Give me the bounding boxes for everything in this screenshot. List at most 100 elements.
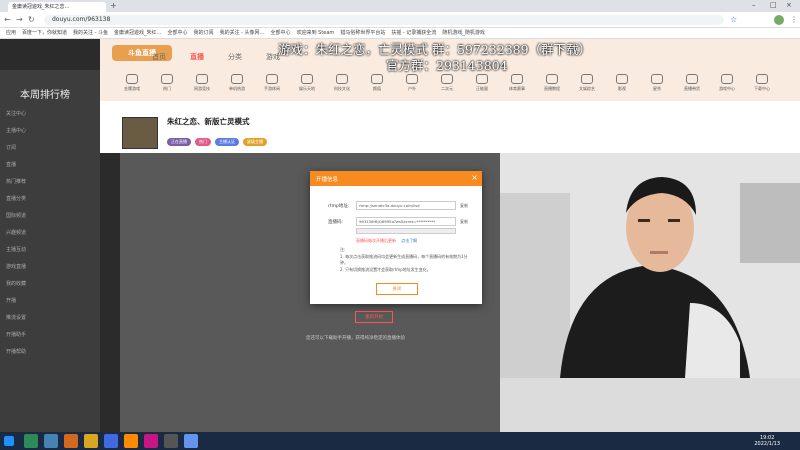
top-nav-item[interactable]: 直播 (190, 52, 204, 62)
menu-icon[interactable]: ⋮ (790, 15, 798, 24)
overlay-line-1: 游戏：朱红之恋，亡灵模式 群：597232389（群下载） (278, 42, 592, 57)
windows-taskbar: 19:02 2022/1/13 (0, 432, 800, 450)
minimize-icon[interactable]: – (752, 1, 756, 9)
bookmark-item[interactable]: 扶摇 - 记录捕获全流 (391, 29, 436, 37)
category-item[interactable]: 下载中心 (752, 72, 772, 100)
clock-date: 2022/1/13 (754, 441, 780, 447)
bookmark-item[interactable]: 随机游戏_随机游戏 (442, 29, 485, 37)
close-window-icon[interactable]: × (786, 1, 792, 9)
rtmp-field[interactable]: rtmp://sendtc3a.douyu.com/live (356, 201, 456, 210)
category-item[interactable]: 网游竞技 (192, 72, 212, 100)
sidebar-item[interactable]: 我的收藏 (6, 280, 96, 297)
stream-key-field[interactable]: 963138rBjQ89ff5a?wsSecret=********** (356, 217, 456, 226)
bookmark-item[interactable]: 金庸读冠遊戏_朱红… (114, 29, 162, 37)
note-line: 1. 每次点击获取推流码均会更新生成直播码，每个直播码的有效期为1分钟。 (340, 253, 468, 266)
category-item[interactable]: 手游休闲 (262, 72, 282, 100)
modal-close-button[interactable]: 关闭 (376, 283, 418, 295)
sidebar-item[interactable]: 热门推荐 (6, 178, 96, 195)
bookmark-item[interactable]: 全部中心 (168, 29, 188, 37)
back-icon[interactable]: ← (4, 15, 11, 24)
category-item[interactable]: 二次元 (437, 72, 457, 100)
streamer-avatar[interactable] (122, 117, 158, 149)
taskbar-app-7-icon[interactable] (144, 434, 158, 448)
bookmark-item[interactable]: 猎马俗称世界平台站 (340, 29, 385, 37)
modal-notes: 注: 1. 每次点击获取推流码均会更新生成直播码，每个直播码的有效期为1分钟。 2… (340, 247, 470, 273)
taskbar-app-4-icon[interactable] (84, 434, 98, 448)
category-item[interactable]: 户外 (402, 72, 422, 100)
sidebar-item[interactable]: 主播互动 (6, 246, 96, 263)
category-item[interactable]: 颜值 (367, 72, 387, 100)
bookmark-item[interactable]: 百度一下，你就知道 (22, 29, 67, 37)
sidebar-item[interactable]: 兴趣频道 (6, 229, 96, 246)
category-item[interactable]: 影视 (612, 72, 632, 100)
star-icon[interactable]: ☆ (730, 15, 737, 24)
category-item[interactable]: 游戏中心 (717, 72, 737, 100)
profile-avatar[interactable] (774, 15, 784, 25)
bookmark-item[interactable]: 我的订阅 (194, 29, 214, 37)
taskbar-clock[interactable]: 19:02 2022/1/13 (754, 435, 780, 447)
top-nav-item[interactable]: 首页 (152, 52, 166, 62)
bookmark-item[interactable]: 欢迎来到 Steam (297, 29, 335, 37)
modal-warning: 直播码每次开播后更新 点击了解 (356, 238, 417, 244)
sidebar-item[interactable]: 国际频道 (6, 212, 96, 229)
sidebar-item[interactable]: 直播 (6, 161, 96, 178)
sidebar-item[interactable]: 开播帮助 (6, 348, 96, 365)
taskbar-app-3-icon[interactable] (64, 434, 78, 448)
sidebar-item[interactable]: 直播分类 (6, 195, 96, 212)
learn-more-link[interactable]: 点击了解 (401, 238, 417, 243)
forward-icon[interactable]: → (16, 15, 23, 24)
bookmark-item[interactable]: 我的关注 - 头像网… (220, 29, 265, 37)
browser-tab-strip: 金庸读冠遊戏_朱红之恋… + – □ × (0, 0, 800, 12)
sidebar-item[interactable]: 主播中心 (6, 127, 96, 144)
category-label: 正能量 (476, 86, 488, 91)
taskbar-app-9-icon[interactable] (184, 434, 198, 448)
category-item[interactable]: 星秀 (647, 72, 667, 100)
sidebar-item[interactable]: 推流设置 (6, 314, 96, 331)
category-item[interactable]: 金庸游戏 (122, 72, 142, 100)
player-message: 您还可以下载助手开播，获得纯净稳定的直播体验 (306, 336, 405, 341)
url-input[interactable]: douyu.com/963138 (44, 15, 724, 25)
taskbar-app-5-icon[interactable] (104, 434, 118, 448)
maximize-icon[interactable]: □ (770, 1, 777, 9)
stream-info-modal: 开播信息 × rtmp地址: rtmp://sendtc3a.douyu.com… (310, 171, 482, 304)
taskbar-app-2-icon[interactable] (44, 434, 58, 448)
category-label: 文娱综艺 (579, 86, 595, 91)
sidebar-item[interactable]: 关注中心 (6, 110, 96, 127)
close-icon[interactable]: × (471, 173, 478, 182)
taskbar-app-1-icon[interactable] (24, 434, 38, 448)
windows-start-icon[interactable] (4, 436, 14, 446)
sidebar-item[interactable]: 开播助手 (6, 331, 96, 348)
copy-rtmp-button[interactable]: 复制 (460, 203, 468, 209)
taskbar-app-8-icon[interactable] (164, 434, 178, 448)
category-label: 下载中心 (754, 86, 770, 91)
category-item[interactable]: 直播带货 (682, 72, 702, 100)
sidebar-item[interactable]: 订阅 (6, 144, 96, 161)
restart-button[interactable]: 重新开始 (355, 311, 393, 323)
browser-tab-active[interactable]: 金庸读冠遊戏_朱红之恋… (8, 2, 106, 12)
taskbar-app-6-icon[interactable] (124, 434, 138, 448)
bookmark-item[interactable]: 应用 (6, 29, 16, 37)
category-item[interactable]: 单机热游 (227, 72, 247, 100)
category-item[interactable]: 直播教程 (542, 72, 562, 100)
category-item[interactable]: 科技文化 (332, 72, 352, 100)
category-icon (616, 74, 628, 84)
reload-icon[interactable]: ↻ (28, 15, 35, 24)
category-label: 金庸游戏 (124, 86, 140, 91)
webcam-feed (500, 153, 800, 378)
bookmark-item[interactable]: 全部中心 (271, 29, 291, 37)
top-nav-item[interactable]: 分类 (228, 52, 242, 62)
category-label: 热门 (163, 86, 171, 91)
sidebar-item[interactable]: 开播 (6, 297, 96, 314)
bookmark-item[interactable]: 我的关注 - 斗鱼 (73, 29, 108, 37)
category-item[interactable]: 热门 (157, 72, 177, 100)
category-icon (161, 74, 173, 84)
category-item[interactable]: 文娱综艺 (577, 72, 597, 100)
category-item[interactable]: 正能量 (472, 72, 492, 100)
category-item[interactable]: 体育赛事 (507, 72, 527, 100)
copy-key-button[interactable]: 复制 (460, 219, 468, 225)
category-item[interactable]: 娱乐天地 (297, 72, 317, 100)
new-tab-icon[interactable]: + (110, 1, 117, 10)
overlay-line-2: 官方群：293143804 (386, 58, 508, 73)
category-icon (231, 74, 243, 84)
sidebar-item[interactable]: 游戏直播 (6, 263, 96, 280)
